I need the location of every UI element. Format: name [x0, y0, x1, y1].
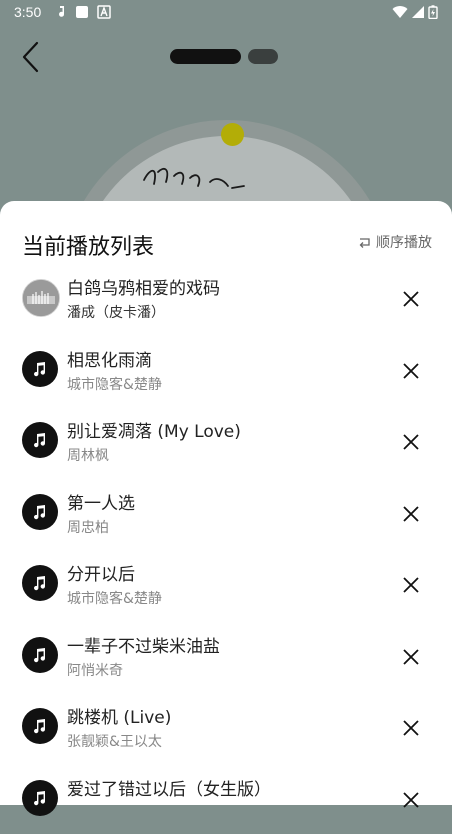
music-note-icon — [22, 351, 58, 387]
lyrics-tab-pill[interactable] — [248, 49, 278, 64]
song-artist: 潘成（皮卡潘） — [67, 302, 165, 322]
playlist-sheet: 当前播放列表 顺序播放 白鸽乌鸦相爱的戏码 潘成（皮卡潘） — [0, 201, 452, 805]
playlist-item[interactable]: 跳楼机 (Live) 张靓颖&王以太 — [0, 691, 452, 763]
song-title: 爱过了错过以后（女生版） — [67, 775, 271, 800]
battery-icon — [428, 5, 438, 19]
playlist-item[interactable]: 一辈子不过柴米油盐 阿悄米奇 — [0, 620, 452, 692]
playlist-item[interactable]: 分开以后 城市隐客&楚静 — [0, 548, 452, 620]
song-title: 第一人选 — [67, 489, 135, 514]
song-artist: 阿悄米奇 — [67, 660, 123, 680]
music-note-icon — [22, 422, 58, 458]
playlist-item[interactable]: 相思化雨滴 城市隐客&楚静 — [0, 334, 452, 406]
song-artist: 城市隐客&楚静 — [67, 374, 162, 394]
playlist-title: 当前播放列表 — [22, 229, 154, 261]
remove-song-button[interactable] — [401, 432, 421, 452]
play-mode-label: 顺序播放 — [376, 232, 432, 252]
album-handwriting-logo — [140, 158, 250, 198]
remove-song-button[interactable] — [401, 790, 421, 810]
music-note-status-icon — [55, 5, 69, 19]
remove-song-button[interactable] — [401, 575, 421, 595]
album-thumbnail — [22, 279, 60, 317]
square-status-icon — [75, 5, 89, 19]
remove-song-button[interactable] — [401, 289, 421, 309]
playlist-list: 白鸽乌鸦相爱的戏码 潘成（皮卡潘） 相思化雨滴 城市隐客&楚静 别让爱凋落 (M… — [0, 262, 452, 834]
cell-signal-icon — [411, 5, 425, 19]
play-mode-button[interactable]: 顺序播放 — [357, 232, 432, 252]
status-time: 3:50 — [14, 4, 41, 20]
song-artist: 周林枫 — [67, 445, 109, 465]
song-artist: 城市隐客&楚静 — [67, 588, 162, 608]
song-artist: 周忠柏 — [67, 517, 109, 537]
music-note-icon — [22, 708, 58, 744]
song-title: 跳楼机 (Live) — [67, 703, 171, 728]
remove-song-button[interactable] — [401, 647, 421, 667]
back-button[interactable] — [16, 40, 48, 74]
disc-indicator-dot — [221, 123, 244, 146]
song-title: 别让爱凋落 (My Love) — [67, 417, 241, 442]
remove-song-button[interactable] — [401, 504, 421, 524]
playlist-item[interactable]: 爱过了错过以后（女生版） — [0, 763, 452, 834]
song-tab-pill[interactable] — [170, 49, 241, 64]
wifi-icon — [392, 5, 408, 19]
playlist-item[interactable]: 第一人选 周忠柏 — [0, 477, 452, 549]
remove-song-button[interactable] — [401, 361, 421, 381]
song-title: 分开以后 — [67, 560, 135, 585]
music-note-icon — [22, 780, 58, 816]
song-title: 相思化雨滴 — [67, 346, 152, 371]
song-title: 白鸽乌鸦相爱的戏码 — [67, 274, 220, 299]
album-photo-icon — [23, 280, 59, 316]
playlist-item[interactable]: 别让爱凋落 (My Love) 周林枫 — [0, 405, 452, 477]
status-bar: 3:50 — [0, 0, 452, 26]
music-note-icon — [22, 565, 58, 601]
music-note-icon — [22, 494, 58, 530]
music-note-icon — [22, 637, 58, 673]
playlist-item[interactable]: 白鸽乌鸦相爱的戏码 潘成（皮卡潘） — [0, 262, 452, 334]
song-title: 一辈子不过柴米油盐 — [67, 632, 220, 657]
sequential-play-icon — [357, 235, 372, 250]
remove-song-button[interactable] — [401, 718, 421, 738]
font-a-status-icon — [97, 5, 111, 19]
song-artist: 张靓颖&王以太 — [67, 731, 162, 751]
